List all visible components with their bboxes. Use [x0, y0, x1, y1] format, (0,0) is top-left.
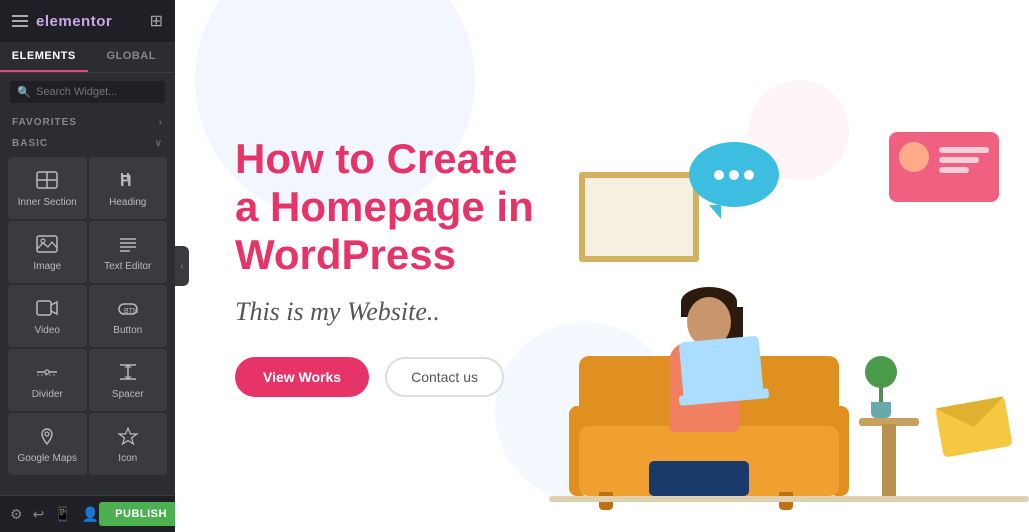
text-editor-icon — [117, 235, 139, 256]
widget-image[interactable]: Image — [8, 221, 87, 283]
map-icon — [36, 427, 58, 448]
floor — [549, 496, 1029, 502]
search-input[interactable] — [10, 81, 165, 103]
search-wrap: 🔍 — [10, 81, 165, 103]
sidebar-bottom: ⚙ ↩ 📱 👤 PUBLISH — [0, 495, 175, 532]
inner-section-icon — [36, 171, 58, 192]
basic-arrow: ∨ — [155, 138, 163, 149]
envelope-flap — [935, 396, 1008, 433]
widget-google-maps[interactable]: Google Maps — [8, 413, 87, 475]
speech-dots — [714, 170, 754, 180]
favorites-label: FAVORITES — [12, 117, 77, 128]
elementor-logo: elementor — [36, 13, 112, 30]
collapse-handle[interactable]: ‹ — [175, 246, 189, 286]
search-icon: 🔍 — [17, 86, 31, 99]
responsive-icon[interactable]: 📱 — [54, 506, 71, 523]
tab-elements[interactable]: ELEMENTS — [0, 42, 88, 72]
image-label: Image — [33, 261, 61, 273]
widget-divider[interactable]: Divider — [8, 349, 87, 411]
widgets-grid: Inner Section H Heading — [0, 153, 175, 479]
dot3 — [744, 170, 754, 180]
divider-label: Divider — [32, 389, 63, 401]
tabs-row: ELEMENTS GLOBAL — [0, 42, 175, 73]
dot2 — [729, 170, 739, 180]
google-maps-label: Google Maps — [18, 453, 77, 465]
hero-title-line1: How to Create — [235, 135, 517, 182]
publish-button[interactable]: PUBLISH — [99, 502, 175, 526]
page-preview: How to Create a Homepage in WordPress Th… — [175, 0, 1029, 532]
widget-button[interactable]: BTN Button — [89, 285, 168, 347]
video-icon — [36, 299, 58, 320]
laptop-screen — [679, 336, 763, 398]
spacer-label: Spacer — [112, 389, 144, 401]
user-icon[interactable]: 👤 — [82, 506, 99, 523]
apps-icon[interactable]: ⊞ — [150, 11, 163, 31]
notif-bars — [939, 147, 989, 173]
heading-icon: H — [117, 171, 139, 192]
speech-bubble — [689, 142, 779, 207]
dot1 — [714, 170, 724, 180]
widget-heading[interactable]: H Heading — [89, 157, 168, 219]
divider-icon — [36, 363, 58, 384]
favorites-arrow: › — [159, 117, 163, 128]
notif-bar-2 — [939, 157, 979, 163]
tab-global[interactable]: GLOBAL — [88, 42, 176, 72]
icon-label: Icon — [118, 453, 137, 465]
notif-avatar — [899, 142, 929, 172]
svg-text:BTN: BTN — [124, 308, 138, 315]
hamburger-icon[interactable] — [12, 15, 28, 27]
button-icon: BTN — [117, 299, 139, 320]
view-works-button[interactable]: View Works — [235, 357, 369, 397]
spacer-icon — [117, 363, 139, 384]
basic-section[interactable]: BASIC ∨ — [0, 132, 175, 153]
hero-right — [595, 0, 1029, 532]
heading-label: Heading — [109, 197, 146, 209]
button-label: Button — [113, 325, 142, 337]
inner-section-label: Inner Section — [18, 197, 77, 209]
sidebar-header: elementor ⊞ — [0, 0, 175, 42]
illustration — [549, 112, 1029, 532]
image-icon — [36, 235, 58, 256]
speech-tail — [709, 205, 721, 219]
hero-title-line3: WordPress — [235, 231, 456, 278]
widget-icon[interactable]: Icon — [89, 413, 168, 475]
widget-video[interactable]: Video — [8, 285, 87, 347]
favorites-section[interactable]: FAVORITES › — [0, 111, 175, 132]
basic-label: BASIC — [12, 138, 48, 149]
envelope — [935, 396, 1013, 457]
hero-buttons: View Works Contact us — [235, 357, 555, 397]
plant-pot — [871, 402, 891, 418]
hero-title-line2: a Homepage in — [235, 183, 534, 230]
text-editor-label: Text Editor — [104, 261, 151, 273]
notification-card — [889, 132, 999, 202]
hero-subtitle: This is my Website.. — [235, 297, 555, 327]
hero-title: How to Create a Homepage in WordPress — [235, 135, 555, 280]
main-content: How to Create a Homepage in WordPress Th… — [175, 0, 1029, 532]
notif-bar-3 — [939, 167, 969, 173]
history-icon[interactable]: ↩ — [33, 506, 45, 523]
side-table-leg — [882, 424, 896, 496]
widget-inner-section[interactable]: Inner Section — [8, 157, 87, 219]
hero-left: How to Create a Homepage in WordPress Th… — [175, 95, 595, 438]
widget-text-editor[interactable]: Text Editor — [89, 221, 168, 283]
bottom-icons: ⚙ ↩ 📱 👤 — [10, 506, 99, 523]
search-bar: 🔍 — [0, 73, 175, 111]
notif-bar-1 — [939, 147, 989, 153]
video-label: Video — [35, 325, 60, 337]
widget-spacer[interactable]: Spacer — [89, 349, 168, 411]
sidebar-header-left: elementor — [12, 13, 112, 30]
star-icon — [117, 427, 139, 448]
sidebar: elementor ⊞ ELEMENTS GLOBAL 🔍 FAVORITES … — [0, 0, 175, 532]
settings-icon[interactable]: ⚙ — [10, 506, 23, 523]
plant-stem — [879, 384, 883, 404]
person-legs — [649, 461, 749, 496]
contact-us-button[interactable]: Contact us — [385, 357, 504, 397]
wall-frame — [579, 172, 699, 262]
